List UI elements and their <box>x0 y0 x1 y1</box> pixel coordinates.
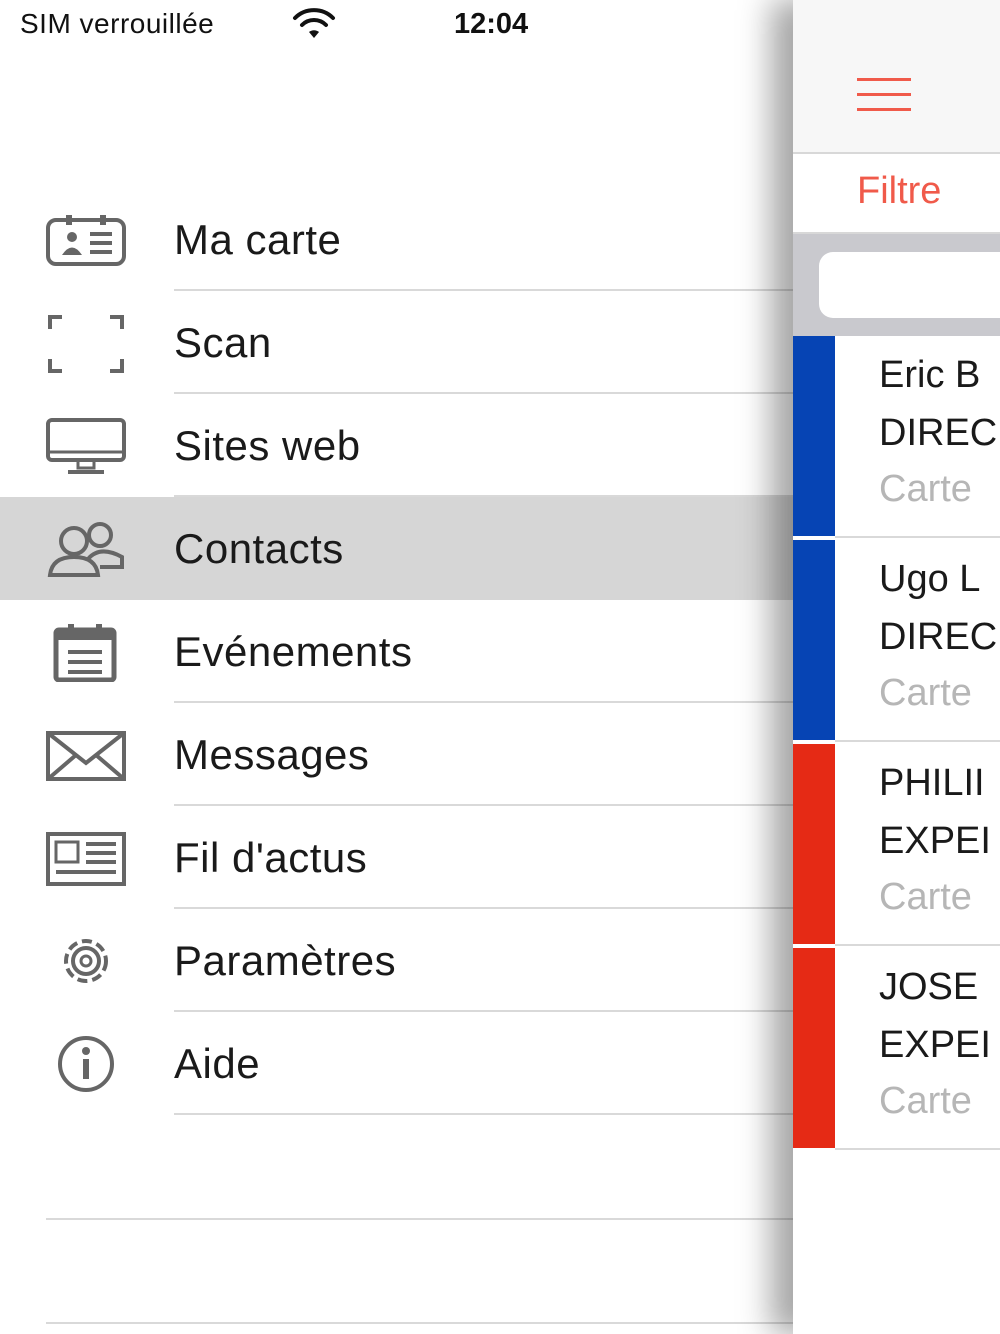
menu-item-label: Evénements <box>174 628 413 675</box>
contact-name: Ugo L <box>879 558 981 600</box>
contact-title: DIREC <box>879 616 998 658</box>
divider <box>46 1218 793 1220</box>
gear-icon <box>44 931 128 991</box>
contact-row[interactable]: Ugo L DIREC Carte <box>793 540 1000 744</box>
divider <box>46 1322 793 1324</box>
menu-item-label: Scan <box>174 319 272 366</box>
contact-name: PHILII <box>879 762 985 804</box>
contact-card: Carte <box>879 1080 972 1122</box>
contact-color-bar <box>793 540 835 740</box>
contact-row[interactable]: JOSE EXPEI Carte <box>793 948 1000 1152</box>
divider <box>835 536 1000 538</box>
menu-item-aide[interactable]: Aide <box>0 1012 793 1115</box>
envelope-icon <box>44 725 128 785</box>
menu-item-label: Contacts <box>174 525 344 572</box>
menu-item-messages[interactable]: Messages <box>0 703 793 806</box>
menu-item-ma-carte[interactable]: Ma carte <box>0 188 793 291</box>
hamburger-menu-icon[interactable] <box>857 78 911 114</box>
contact-name: JOSE <box>879 966 979 1008</box>
menu-item-label: Fil d'actus <box>174 834 368 881</box>
contacts-panel: Filtre Eric B DIREC Carte Ugo L DIREC Ca… <box>793 0 1000 1334</box>
divider <box>835 944 1000 946</box>
calendar-icon <box>44 622 128 683</box>
menu-item-label: Sites web <box>174 422 361 469</box>
menu-item-label: Aide <box>174 1040 261 1087</box>
status-time: 12:04 <box>454 8 529 40</box>
status-carrier: SIM verrouillée <box>20 8 215 39</box>
wifi-icon <box>292 8 336 42</box>
menu-item-scan[interactable]: Scan <box>0 291 793 394</box>
filter-button[interactable]: Filtre <box>857 170 941 213</box>
menu-item-label: Ma carte <box>174 216 342 263</box>
menu-item-sites-web[interactable]: Sites web <box>0 394 793 497</box>
search-input[interactable] <box>819 252 1000 318</box>
contact-title: EXPEI <box>879 820 991 862</box>
menu-item-label: Paramètres <box>174 937 397 984</box>
id-card-icon <box>44 210 128 270</box>
contact-row[interactable]: PHILII EXPEI Carte <box>793 744 1000 948</box>
contact-color-bar <box>793 336 835 536</box>
newspaper-icon <box>44 828 128 888</box>
contact-card: Carte <box>879 876 972 918</box>
monitor-icon <box>44 416 128 476</box>
contact-card: Carte <box>879 468 972 510</box>
side-menu: Ma carte Scan Sites web Contacts Evéneme… <box>0 188 793 1115</box>
contact-card: Carte <box>879 672 972 714</box>
search-bar <box>793 234 1000 336</box>
menu-item-fil-actus[interactable]: Fil d'actus <box>0 806 793 909</box>
divider <box>174 1113 793 1115</box>
contact-color-bar <box>793 744 835 944</box>
info-icon <box>44 1034 128 1094</box>
contact-title: EXPEI <box>879 1024 991 1066</box>
menu-item-evenements[interactable]: Evénements <box>0 600 793 703</box>
contact-row[interactable]: Eric B DIREC Carte <box>793 336 1000 540</box>
scan-frame-icon <box>44 313 128 373</box>
menu-item-label: Messages <box>174 731 370 778</box>
contact-name: Eric B <box>879 354 981 396</box>
contact-color-bar <box>793 948 835 1148</box>
divider <box>835 1148 1000 1150</box>
contact-title: DIREC <box>879 412 998 454</box>
divider <box>835 740 1000 742</box>
menu-item-parametres[interactable]: Paramètres <box>0 909 793 1012</box>
nav-bar <box>793 0 1000 154</box>
menu-item-contacts[interactable]: Contacts <box>0 497 793 600</box>
contacts-icon <box>44 519 128 579</box>
filter-bar: Filtre <box>793 154 1000 234</box>
